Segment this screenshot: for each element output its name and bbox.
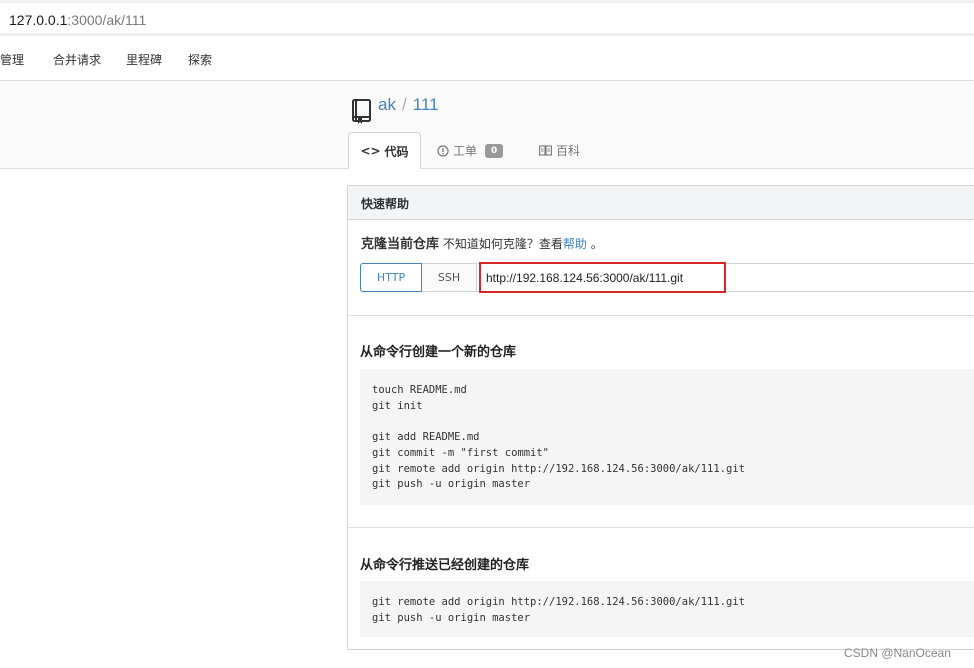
repo-name-link[interactable]: 111 [413, 95, 439, 114]
quick-help-title: 快速帮助 [361, 197, 410, 211]
quick-help-header: 快速帮助 [348, 186, 974, 220]
tab-issues-label: 工单 [453, 144, 478, 158]
url-field[interactable]: 127.0.0.1:3000/ak/111 [0, 3, 974, 33]
clone-url-input[interactable]: http://192.168.124.56:3000/ak/111.git [477, 263, 974, 292]
clone-title: 克隆当前仓库 [361, 237, 440, 252]
tab-code[interactable]: <> 代码 [348, 132, 421, 169]
tab-code-label: 代码 [384, 144, 409, 159]
url-path: :3000/ak/111 [67, 12, 147, 28]
push-existing-code-block: git remote add origin http://192.168.124… [360, 581, 974, 637]
watermark: CSDN @NanOcean [844, 646, 951, 660]
push-existing-title: 从命令行推送已经创建的仓库 [360, 558, 530, 573]
repo-separator: / [401, 95, 407, 114]
nav-item-admin[interactable]: 管理 [0, 51, 24, 68]
nav-item-milestones[interactable]: 里程碑 [126, 51, 162, 68]
nav-item-explore[interactable]: 探索 [188, 51, 212, 68]
ssh-button[interactable]: SSH [422, 263, 477, 292]
clone-hint-end: 。 [590, 237, 603, 251]
code-icon: <> [360, 144, 381, 158]
quick-help-panel: 快速帮助 克隆当前仓库 不知道如何克隆？查看帮助 。 HTTP SSH http… [347, 185, 974, 650]
wiki-book-icon [539, 145, 552, 156]
tab-wiki-label: 百科 [556, 144, 581, 158]
divider [348, 527, 974, 528]
browser-address-bar: 127.0.0.1:3000/ak/111 [0, 0, 974, 36]
code-line: git remote add origin http://192.168.124… [372, 463, 745, 475]
code-line: git push -u origin master [372, 612, 531, 624]
top-nav: 管理 合并请求 里程碑 探索 [0, 37, 974, 81]
code-line: git add README.md [372, 431, 480, 443]
divider [348, 315, 974, 316]
new-repo-title: 从命令行创建一个新的仓库 [360, 345, 517, 360]
code-line: git remote add origin http://192.168.124… [372, 596, 745, 608]
url-host: 127.0.0.1 [9, 12, 68, 28]
issues-count-badge: 0 [485, 143, 504, 158]
repo-owner-link[interactable]: ak [378, 95, 396, 114]
book-icon [352, 99, 371, 124]
clone-url-text: http://192.168.124.56:3000/ak/111.git [486, 271, 684, 285]
nav-item-pull-requests[interactable]: 合并请求 [53, 51, 101, 68]
code-line: git init [372, 400, 423, 412]
http-button[interactable]: HTTP [360, 263, 422, 292]
code-line: touch README.md [372, 384, 467, 396]
code-line: git commit -m "first commit" [372, 447, 550, 459]
repo-title: ak / 111 [378, 95, 439, 115]
code-line: git push -u origin master [372, 478, 531, 490]
tab-issues[interactable]: 工单 0 [437, 132, 504, 169]
clone-hint: 不知道如何克隆？查看 [442, 237, 563, 251]
tab-wiki[interactable]: 百科 [539, 132, 580, 169]
clone-protocol-group: HTTP SSH [360, 263, 477, 292]
info-circle-icon [437, 144, 449, 157]
url-text: 127.0.0.1:3000/ak/111 [9, 12, 146, 28]
help-link[interactable]: 帮助 [563, 237, 587, 251]
clone-instructions: 克隆当前仓库 不知道如何克隆？查看帮助 。 [361, 233, 603, 252]
new-repo-code-block: touch README.md git init git add README.… [360, 369, 974, 505]
